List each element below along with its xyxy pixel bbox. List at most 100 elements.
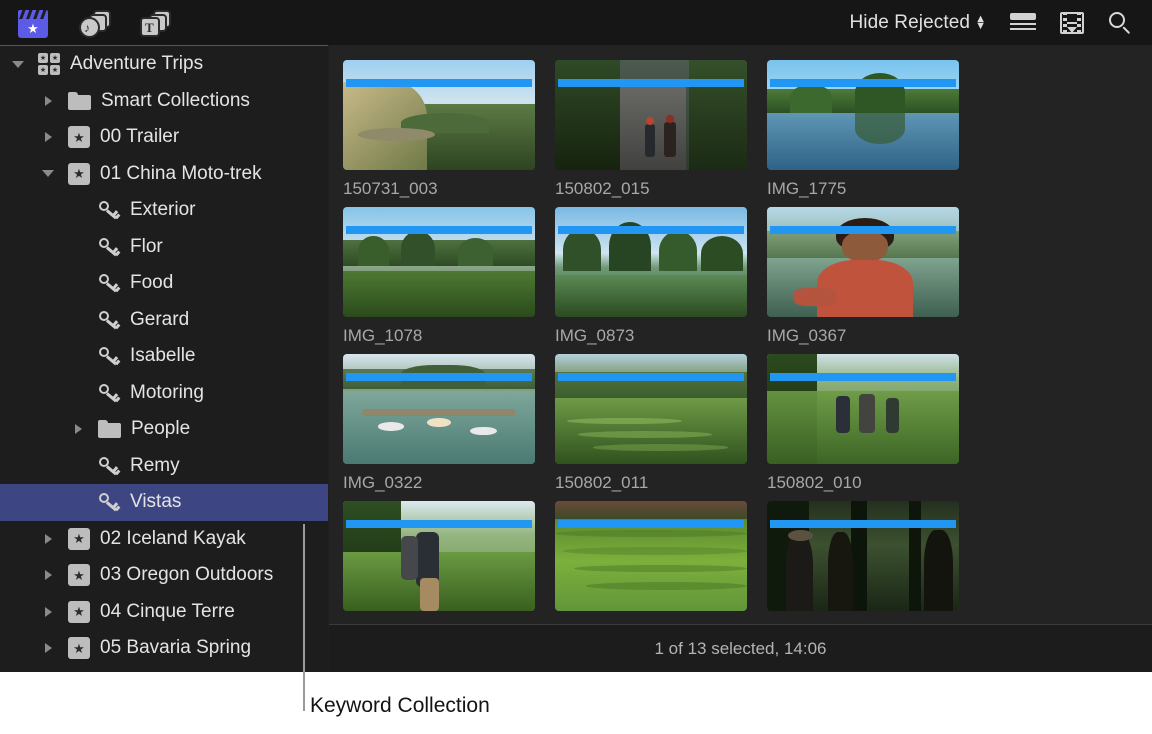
favorite-range-bar (770, 373, 956, 381)
keyword-icon (98, 345, 121, 367)
sidebar-item-remy[interactable]: Remy (0, 448, 328, 485)
clip-item[interactable]: 150802_010 (767, 354, 959, 493)
clip-thumbnail[interactable] (343, 354, 535, 464)
clip-thumbnail[interactable] (555, 501, 747, 611)
sidebar-item-label: Remy (130, 454, 180, 476)
disclosure-triangle-icon[interactable] (68, 424, 88, 435)
sidebar-item-label: 05 Bavaria Spring (100, 637, 252, 659)
clip-thumbnail[interactable] (343, 501, 535, 611)
clip-thumbnail[interactable] (767, 354, 959, 464)
sidebar-item-gerard[interactable]: Gerard (0, 302, 328, 339)
sidebar-item-label: 00 Trailer (100, 126, 180, 148)
clip-thumbnail-image (555, 207, 747, 317)
clip-thumbnail[interactable] (767, 60, 959, 170)
sidebar-item-05-bavaria-spring[interactable]: ★ 05 Bavaria Spring (0, 630, 328, 667)
sidebar-item-smart-collections[interactable]: Smart Collections (0, 83, 328, 120)
clip-thumbnail-image (343, 501, 535, 611)
clip-thumbnail[interactable] (555, 207, 747, 317)
disclosure-triangle-icon[interactable] (38, 533, 58, 544)
sidebar-item-label: Motoring (130, 381, 204, 403)
clip-browser: 150731_003 150802_015 IMG_1775 IMG_1078 IMG_… (329, 45, 1152, 672)
disclosure-triangle-icon[interactable] (38, 606, 58, 617)
event-icon: ★ (68, 637, 90, 660)
clip-thumbnail[interactable] (555, 60, 747, 170)
sidebar-item-exterior[interactable]: Exterior (0, 192, 328, 229)
clip-item[interactable]: IMG_1775 (767, 60, 959, 199)
event-icon: ★ (68, 126, 90, 149)
sidebar-item-motoring[interactable]: Motoring (0, 375, 328, 412)
favorite-range-bar (558, 520, 744, 528)
clip-thumbnail[interactable] (767, 207, 959, 317)
sidebar-item-label: Isabelle (130, 345, 196, 367)
favorite-range-bar (770, 226, 956, 234)
favorite-range-bar (346, 79, 532, 87)
keyword-icon (98, 491, 121, 513)
clip-thumbnail[interactable] (767, 501, 959, 611)
favorite-range-bar (558, 226, 744, 234)
sidebar-item-flor[interactable]: Flor (0, 229, 328, 266)
clip-thumbnail[interactable] (343, 207, 535, 317)
event-icon: ★ (68, 162, 90, 185)
filmstrip-view-icon[interactable] (1060, 11, 1084, 34)
clip-item[interactable]: 150802_015 (555, 60, 747, 199)
photos-audio-icon: ♪ (79, 9, 111, 38)
disclosure-triangle-icon[interactable] (38, 643, 58, 654)
clip-item[interactable]: 150731_003 (343, 60, 535, 199)
sidebar-item-people[interactable]: People (0, 411, 328, 448)
photos-audio-tab-button[interactable]: ♪ (76, 8, 112, 38)
toolbar-right-group: Hide Rejected ▲ ▼ (849, 11, 1152, 35)
sidebar-item-food[interactable]: Food (0, 265, 328, 302)
sidebar-item-label: Smart Collections (101, 89, 250, 111)
library-clapperboard-icon (18, 9, 48, 19)
sidebar-item-label: 02 Iceland Kayak (100, 527, 246, 549)
sidebar-item-02-iceland-kayak[interactable]: ★ 02 Iceland Kayak (0, 521, 328, 558)
titles-generators-tab-button[interactable]: T (136, 8, 172, 38)
sidebar-item-00-trailer[interactable]: ★ 00 Trailer (0, 119, 328, 156)
clip-item[interactable]: IMG_0367 (767, 207, 959, 346)
sidebar-item-04-cinque-terre[interactable]: ★ 04 Cinque Terre (0, 594, 328, 631)
disclosure-triangle-icon[interactable] (8, 60, 28, 68)
sidebar-item-label: People (131, 418, 191, 440)
clip-grid[interactable]: 150731_003 150802_015 IMG_1775 IMG_1078 IMG_… (329, 45, 1152, 623)
favorite-range-bar (558, 79, 744, 87)
disclosure-triangle-icon[interactable] (38, 170, 58, 178)
sidebar-item-label: Flor (130, 235, 163, 257)
sidebar-item-vistas[interactable]: Vistas (0, 484, 328, 521)
sidebar-item-01-china-moto-trek[interactable]: ★ 01 China Moto-trek (0, 156, 328, 193)
clip-item[interactable]: IMG_0873 (555, 207, 747, 346)
hide-rejected-label: Hide Rejected (849, 11, 971, 33)
titles-generators-icon: T (139, 9, 171, 38)
hide-rejected-filter[interactable]: Hide Rejected ▲ ▼ (849, 12, 986, 34)
search-icon[interactable] (1108, 11, 1132, 35)
favorite-range-bar (770, 79, 956, 87)
clip-thumbnail[interactable] (555, 354, 747, 464)
clip-item[interactable]: IMG_1078 (343, 207, 535, 346)
sidebar-item-03-oregon-outdoors[interactable]: ★ 03 Oregon Outdoors (0, 557, 328, 594)
top-toolbar: ★ ♪ T Hide Rejected ▲ ▼ (0, 0, 1152, 45)
libraries-sidebar[interactable]: ★ ★ ★ ★ Adventure Trips Smart Collections ★ 00 … (0, 45, 328, 672)
keyword-icon (98, 455, 121, 477)
sidebar-item-adventure-trips[interactable]: ★ ★ ★ ★ Adventure Trips (0, 46, 328, 83)
clip-thumbnail[interactable] (343, 60, 535, 170)
sidebar-item-isabelle[interactable]: Isabelle (0, 338, 328, 375)
clip-item[interactable]: 150802_011 (555, 354, 747, 493)
clip-thumbnail-image (343, 207, 535, 317)
sidebar-item-label: 04 Cinque Terre (100, 600, 235, 622)
clip-thumbnail-image (767, 60, 959, 170)
clip-item[interactable]: IMG_0322 (343, 354, 535, 493)
disclosure-triangle-icon[interactable] (38, 570, 58, 581)
callout-label: Keyword Collection (310, 694, 490, 717)
libraries-tab-button[interactable]: ★ (16, 8, 52, 38)
disclosure-triangle-icon[interactable] (38, 132, 58, 143)
clip-item[interactable] (343, 501, 535, 620)
clip-thumbnail-image (555, 60, 747, 170)
library-star-icon: ★ (18, 18, 48, 38)
sidebar-tab-group: ★ ♪ T (0, 8, 172, 38)
list-view-icon[interactable] (1010, 12, 1036, 33)
clip-item[interactable] (767, 501, 959, 620)
selection-status-text: 1 of 13 selected, 14:06 (654, 638, 827, 658)
keyword-icon (98, 199, 121, 221)
clip-thumbnail-image (767, 501, 959, 611)
clip-item[interactable] (555, 501, 747, 620)
disclosure-triangle-icon[interactable] (38, 95, 58, 106)
